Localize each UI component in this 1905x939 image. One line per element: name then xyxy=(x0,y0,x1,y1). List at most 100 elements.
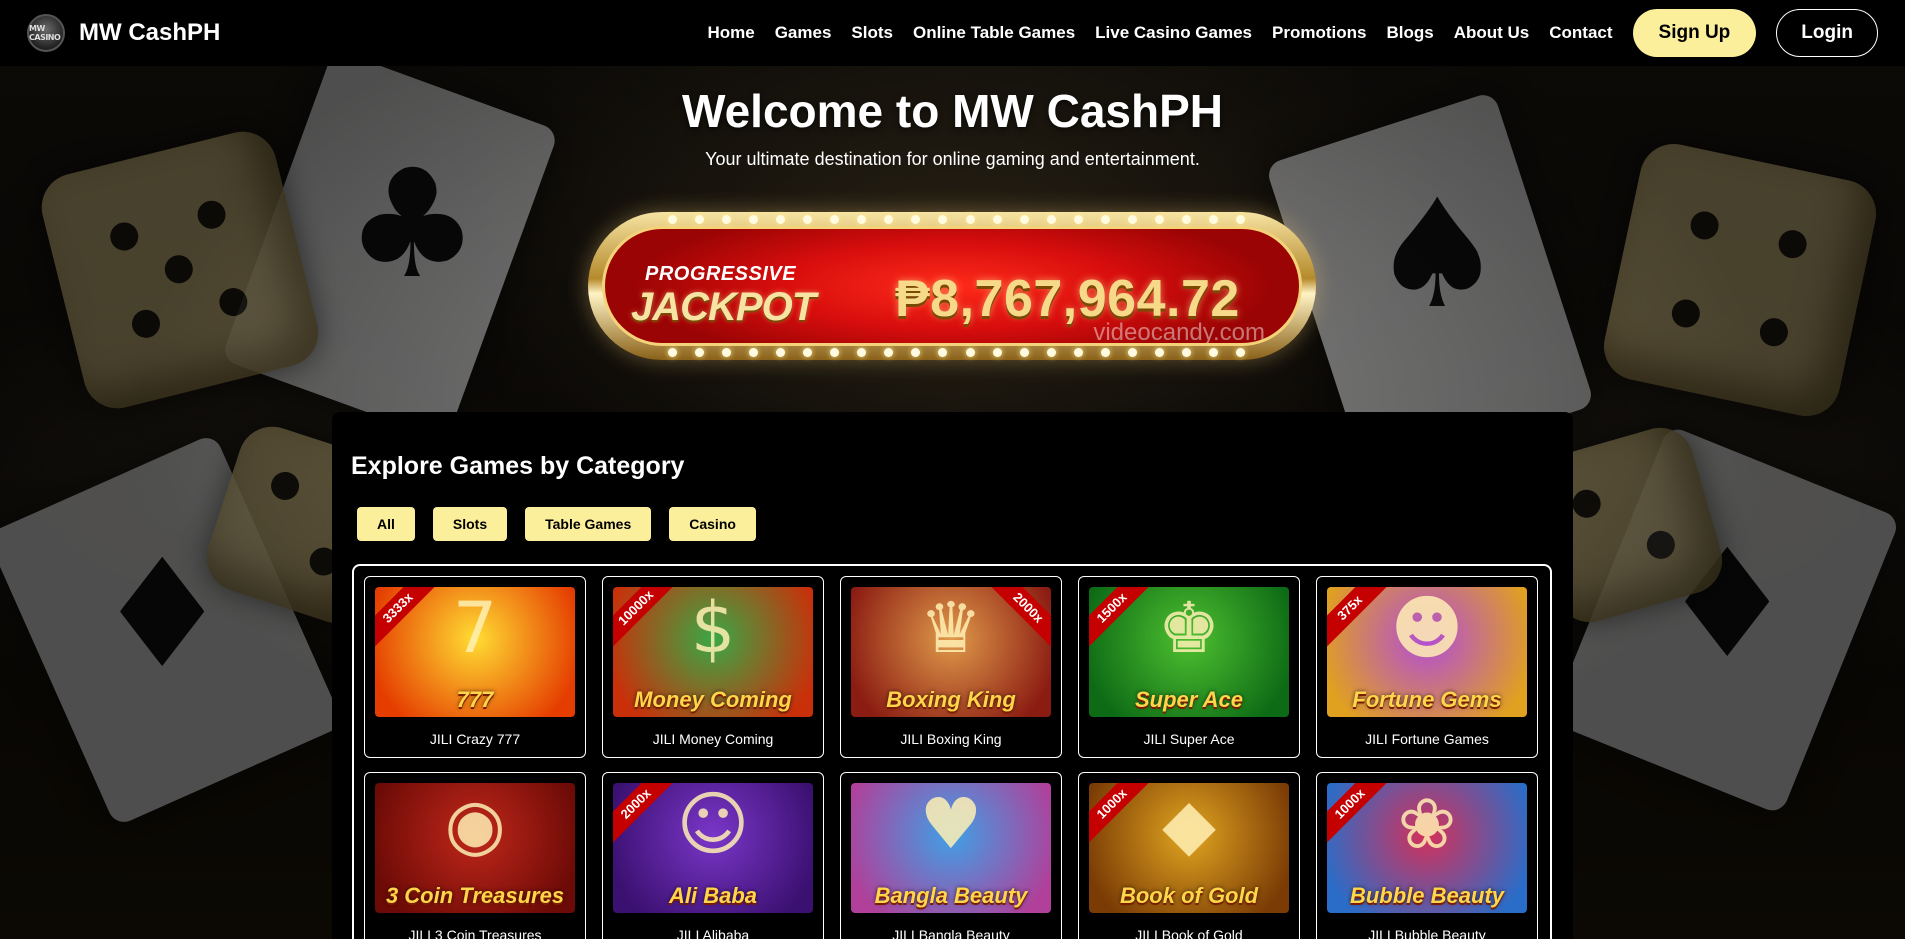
light-bulb-icon xyxy=(1127,215,1137,224)
game-thumbnail[interactable]: ◆ 1000x Book of Gold xyxy=(1089,783,1289,913)
jackpot-label-progressive: PROGRESSIVE xyxy=(645,263,797,285)
light-bulb-icon xyxy=(992,215,1002,224)
light-bulb-icon xyxy=(668,215,677,224)
light-bulb-icon xyxy=(1154,215,1164,224)
section-title: Explore Games by Category xyxy=(351,452,685,480)
nav-online-table-games[interactable]: Online Table Games xyxy=(913,23,1075,43)
game-card[interactable]: $10000x Money Coming JILI Money Coming xyxy=(602,576,824,758)
light-bulb-icon xyxy=(992,348,1002,357)
site-header: MW CASINO MW CashPH Home Games Slots Onl… xyxy=(0,0,1905,66)
filter-slots-button[interactable]: Slots xyxy=(432,507,508,541)
nav-contact[interactable]: Contact xyxy=(1549,23,1612,43)
game-thumbnail-title: Fortune Gems xyxy=(1352,687,1502,712)
game-name[interactable]: JILI Bubble Beauty xyxy=(1327,927,1527,939)
game-name[interactable]: JILI Book of Gold xyxy=(1089,927,1289,939)
jackpot-label: JACKPOT xyxy=(631,285,816,329)
light-bulb-icon xyxy=(938,348,948,357)
nav-promotions[interactable]: Promotions xyxy=(1272,23,1366,43)
login-button[interactable]: Login xyxy=(1776,9,1878,57)
game-thumbnail-title: Bangla Beauty xyxy=(874,883,1028,908)
logo-icon[interactable]: MW CASINO xyxy=(27,14,65,52)
game-card[interactable]: ❀ 1000x Bubble Beauty JILI Bubble Beauty xyxy=(1316,772,1538,939)
light-bulb-icon xyxy=(1019,348,1029,357)
game-thumbnail-title: 777 xyxy=(456,687,494,712)
game-card[interactable]: 7 3333x 777 JILI Crazy 777 xyxy=(364,576,586,758)
game-card[interactable]: ◆ 1000x Book of Gold JILI Book of Gold xyxy=(1078,772,1300,939)
game-thumbnail[interactable]: $10000x Money Coming xyxy=(613,587,813,717)
light-bulb-icon xyxy=(722,215,732,224)
game-thumbnail[interactable]: ☻ 375x Fortune Gems xyxy=(1327,587,1527,717)
light-bulb-icon xyxy=(857,215,867,224)
game-name[interactable]: JILI Super Ace xyxy=(1089,731,1289,747)
light-bulb-icon xyxy=(1100,215,1110,224)
light-bulb-icon xyxy=(1046,215,1056,224)
light-bulb-icon xyxy=(776,348,786,357)
games-section: Explore Games by Category All Slots Tabl… xyxy=(332,412,1573,939)
game-name[interactable]: JILI Alibaba xyxy=(613,927,813,939)
light-bulb-icon xyxy=(803,215,813,224)
game-thumbnail-title: Money Coming xyxy=(634,687,792,712)
game-thumbnail-title: Bubble Beauty xyxy=(1349,883,1505,908)
light-bulb-icon xyxy=(1154,348,1164,357)
game-card[interactable]: ♚ 1500x Super Ace JILI Super Ace xyxy=(1078,576,1300,758)
light-bulb-icon xyxy=(884,348,894,357)
light-bulb-icon xyxy=(749,348,759,357)
light-bulb-icon xyxy=(668,348,677,357)
game-name[interactable]: JILI Crazy 777 xyxy=(375,731,575,747)
light-bulb-icon xyxy=(1019,215,1029,224)
filter-table-games-button[interactable]: Table Games xyxy=(525,507,652,541)
game-name[interactable]: JILI 3 Coin Treasures xyxy=(375,927,575,939)
game-name[interactable]: JILI Fortune Games xyxy=(1327,731,1527,747)
light-bulb-icon xyxy=(911,348,921,357)
jackpot-panel: PROGRESSIVE JACKPOT ₱8,767,964.72 videoc… xyxy=(602,226,1302,346)
light-bulb-icon xyxy=(938,215,948,224)
light-bulb-icon xyxy=(695,348,705,357)
signup-button[interactable]: Sign Up xyxy=(1632,9,1757,57)
game-name[interactable]: JILI Boxing King xyxy=(851,731,1051,747)
category-filters: All Slots Table Games Casino xyxy=(351,507,1554,541)
light-bulb-icon xyxy=(830,348,840,357)
nav-about-us[interactable]: About Us xyxy=(1454,23,1530,43)
brand-name[interactable]: MW CashPH xyxy=(79,19,220,47)
game-card[interactable]: ♛ 2000x Boxing King JILI Boxing King xyxy=(840,576,1062,758)
light-bulb-icon xyxy=(1100,348,1110,357)
nav-games[interactable]: Games xyxy=(775,23,832,43)
game-thumbnail[interactable]: ♛ 2000x Boxing King xyxy=(851,587,1051,717)
nav-home[interactable]: Home xyxy=(707,23,754,43)
light-bulb-icon xyxy=(911,215,921,224)
light-bulb-icon xyxy=(1236,215,1245,224)
watermark: videocandy.com xyxy=(1093,319,1265,346)
nav-slots[interactable]: Slots xyxy=(851,23,893,43)
light-bulb-icon xyxy=(857,348,867,357)
light-bulb-icon xyxy=(965,348,975,357)
light-bulb-icon xyxy=(1208,348,1218,357)
light-bulb-icon xyxy=(1181,215,1191,224)
game-name[interactable]: JILI Money Coming xyxy=(613,731,813,747)
game-thumbnail-title: Ali Baba xyxy=(668,883,758,908)
game-thumbnail[interactable]: ♥ Bangla Beauty xyxy=(851,783,1051,913)
games-grid: 7 3333x 777 JILI Crazy 777 $10000x Money Comi… xyxy=(364,576,1540,939)
nav-live-casino-games[interactable]: Live Casino Games xyxy=(1095,23,1252,43)
filter-casino-button[interactable]: Casino xyxy=(669,507,756,541)
light-bulb-icon xyxy=(884,215,894,224)
game-card[interactable]: ☻ 375x Fortune Gems JILI Fortune Games xyxy=(1316,576,1538,758)
game-thumbnail[interactable]: ◉ 3 Coin Treasures xyxy=(375,783,575,913)
nav-blogs[interactable]: Blogs xyxy=(1386,23,1433,43)
game-thumbnail[interactable]: ♚ 1500x Super Ace xyxy=(1089,587,1289,717)
game-name[interactable]: JILI Bangla Beauty xyxy=(851,927,1051,939)
light-bulb-icon xyxy=(1073,348,1083,357)
game-thumbnail[interactable]: ❀ 1000x Bubble Beauty xyxy=(1327,783,1527,913)
light-bulb-icon xyxy=(1181,348,1191,357)
light-bulb-icon xyxy=(965,215,975,224)
jackpot-banner: PROGRESSIVE JACKPOT ₱8,767,964.72 videoc… xyxy=(588,212,1316,360)
game-card[interactable]: ♥ Bangla Beauty JILI Bangla Beauty xyxy=(840,772,1062,939)
game-thumbnail[interactable]: ☺ 2000x Ali Baba xyxy=(613,783,813,913)
main-nav: Home Games Slots Online Table Games Live… xyxy=(687,9,1878,57)
filter-all-button[interactable]: All xyxy=(357,507,415,541)
game-card[interactable]: ☺ 2000x Ali Baba JILI Alibaba xyxy=(602,772,824,939)
game-thumbnail-title: Super Ace xyxy=(1134,687,1243,712)
light-bulb-icon xyxy=(722,348,732,357)
game-card[interactable]: ◉ 3 Coin Treasures JILI 3 Coin Treasures xyxy=(364,772,586,939)
game-thumbnail[interactable]: 7 3333x 777 xyxy=(375,587,575,717)
games-grid-container: 7 3333x 777 JILI Crazy 777 $10000x Money Comi… xyxy=(352,564,1552,939)
